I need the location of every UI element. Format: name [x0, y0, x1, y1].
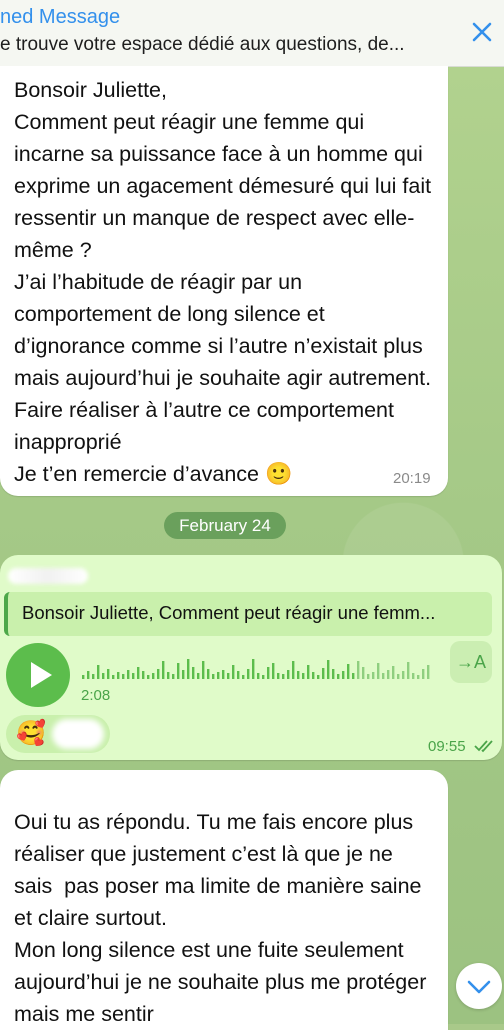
scroll-down-button[interactable]	[456, 963, 502, 1009]
message-body: Bonsoir Juliette, Comment peut réagir un…	[14, 78, 432, 486]
voice-waveform[interactable]	[82, 651, 442, 681]
waveform-bar	[272, 663, 275, 679]
waveform-bar	[197, 673, 200, 679]
redacted-sender	[8, 568, 88, 584]
pinned-text: e trouve votre espace dédié aux question…	[0, 34, 405, 55]
date-separator: February 24	[164, 512, 286, 539]
waveform-bar	[357, 661, 360, 679]
waveform-bar	[227, 673, 230, 679]
waveform-bar	[142, 671, 145, 679]
waveform-bar	[202, 661, 205, 679]
waveform-bar	[152, 673, 155, 679]
reply-text: Bonsoir Juliette, Comment peut réagir un…	[22, 602, 436, 623]
outgoing-voice-message[interactable]: Bonsoir Juliette, Comment peut réagir un…	[0, 555, 502, 760]
waveform-bar	[347, 664, 350, 679]
reaction-badge[interactable]: 🥰	[6, 715, 110, 753]
waveform-bar	[187, 659, 190, 679]
waveform-bar	[397, 674, 400, 679]
incoming-message[interactable]: Oui tu as répondu. Tu me fais encore plu…	[0, 770, 448, 1030]
waveform-bar	[182, 670, 185, 679]
waveform-bar	[267, 667, 270, 679]
waveform-bar	[367, 674, 370, 679]
waveform-bar	[97, 665, 100, 679]
waveform-bar	[157, 669, 160, 679]
waveform-bar	[167, 672, 170, 679]
waveform-bar	[92, 674, 95, 679]
waveform-bar	[147, 675, 150, 679]
voice-duration: 2:08	[81, 687, 111, 704]
waveform-bar	[232, 665, 235, 679]
waveform-bar	[287, 670, 290, 679]
waveform-bar	[422, 669, 425, 679]
waveform-bar	[392, 666, 395, 679]
waveform-bar	[412, 673, 415, 679]
reply-quote[interactable]: Bonsoir Juliette, Comment peut réagir un…	[4, 592, 492, 636]
waveform-bar	[87, 671, 90, 679]
waveform-bar	[322, 668, 325, 679]
waveform-bar	[257, 673, 260, 679]
waveform-bar	[417, 675, 420, 679]
waveform-bar	[172, 674, 175, 679]
message-time: 20:19	[393, 470, 431, 487]
waveform-bar	[332, 669, 335, 679]
waveform-bar	[247, 669, 250, 679]
message-time: 09:55	[428, 738, 466, 755]
transcribe-button[interactable]: →A	[450, 641, 492, 683]
waveform-bar	[262, 675, 265, 679]
waveform-bar	[362, 667, 365, 679]
waveform-bar	[277, 673, 280, 679]
waveform-bar	[212, 674, 215, 679]
waveform-bar	[137, 667, 140, 679]
waveform-bar	[282, 674, 285, 679]
waveform-bar	[217, 672, 220, 679]
waveform-bar	[192, 667, 195, 679]
waveform-bar	[207, 669, 210, 679]
waveform-bar	[372, 672, 375, 679]
waveform-bar	[122, 674, 125, 679]
message-body: Oui tu as répondu. Tu me fais encore plu…	[14, 810, 427, 1026]
chevron-down-icon	[467, 980, 491, 994]
waveform-bar	[102, 673, 105, 679]
waveform-bar	[162, 661, 165, 679]
waveform-bar	[342, 671, 345, 679]
waveform-bar	[377, 663, 380, 679]
pinned-message-bar[interactable]: ned Message e trouve votre espace dédié …	[0, 0, 504, 67]
waveform-bar	[117, 672, 120, 679]
waveform-bar	[327, 660, 330, 679]
play-button[interactable]	[6, 643, 70, 707]
waveform-bar	[127, 670, 130, 679]
waveform-bar	[307, 665, 310, 679]
waveform-bar	[297, 671, 300, 679]
waveform-bar	[407, 662, 410, 679]
pinned-title: ned Message	[0, 6, 121, 28]
waveform-bar	[387, 670, 390, 679]
double-check-icon	[474, 740, 493, 753]
play-icon	[31, 662, 52, 688]
waveform-bar	[302, 673, 305, 679]
redacted-reaction-user	[52, 719, 104, 749]
waveform-bar	[112, 675, 115, 679]
waveform-bar	[402, 671, 405, 679]
waveform-bar	[252, 659, 255, 679]
waveform-bar	[222, 670, 225, 679]
waveform-bar	[242, 675, 245, 679]
incoming-message[interactable]: Bonsoir Juliette, Comment peut réagir un…	[0, 66, 448, 496]
waveform-bar	[107, 669, 110, 679]
close-icon[interactable]	[470, 20, 494, 44]
waveform-bar	[132, 673, 135, 679]
smile-emoji: 🙂	[264, 461, 293, 486]
waveform-bar	[427, 665, 430, 679]
reaction-emoji: 🥰	[16, 720, 46, 747]
waveform-bar	[82, 675, 85, 679]
message-text: Bonsoir Juliette, Comment peut réagir un…	[14, 74, 434, 490]
waveform-bar	[382, 673, 385, 679]
waveform-bar	[237, 671, 240, 679]
waveform-bar	[312, 672, 315, 679]
waveform-bar	[337, 674, 340, 679]
waveform-bar	[177, 663, 180, 679]
waveform-bar	[317, 675, 320, 679]
waveform-bar	[352, 673, 355, 679]
waveform-bar	[292, 661, 295, 679]
